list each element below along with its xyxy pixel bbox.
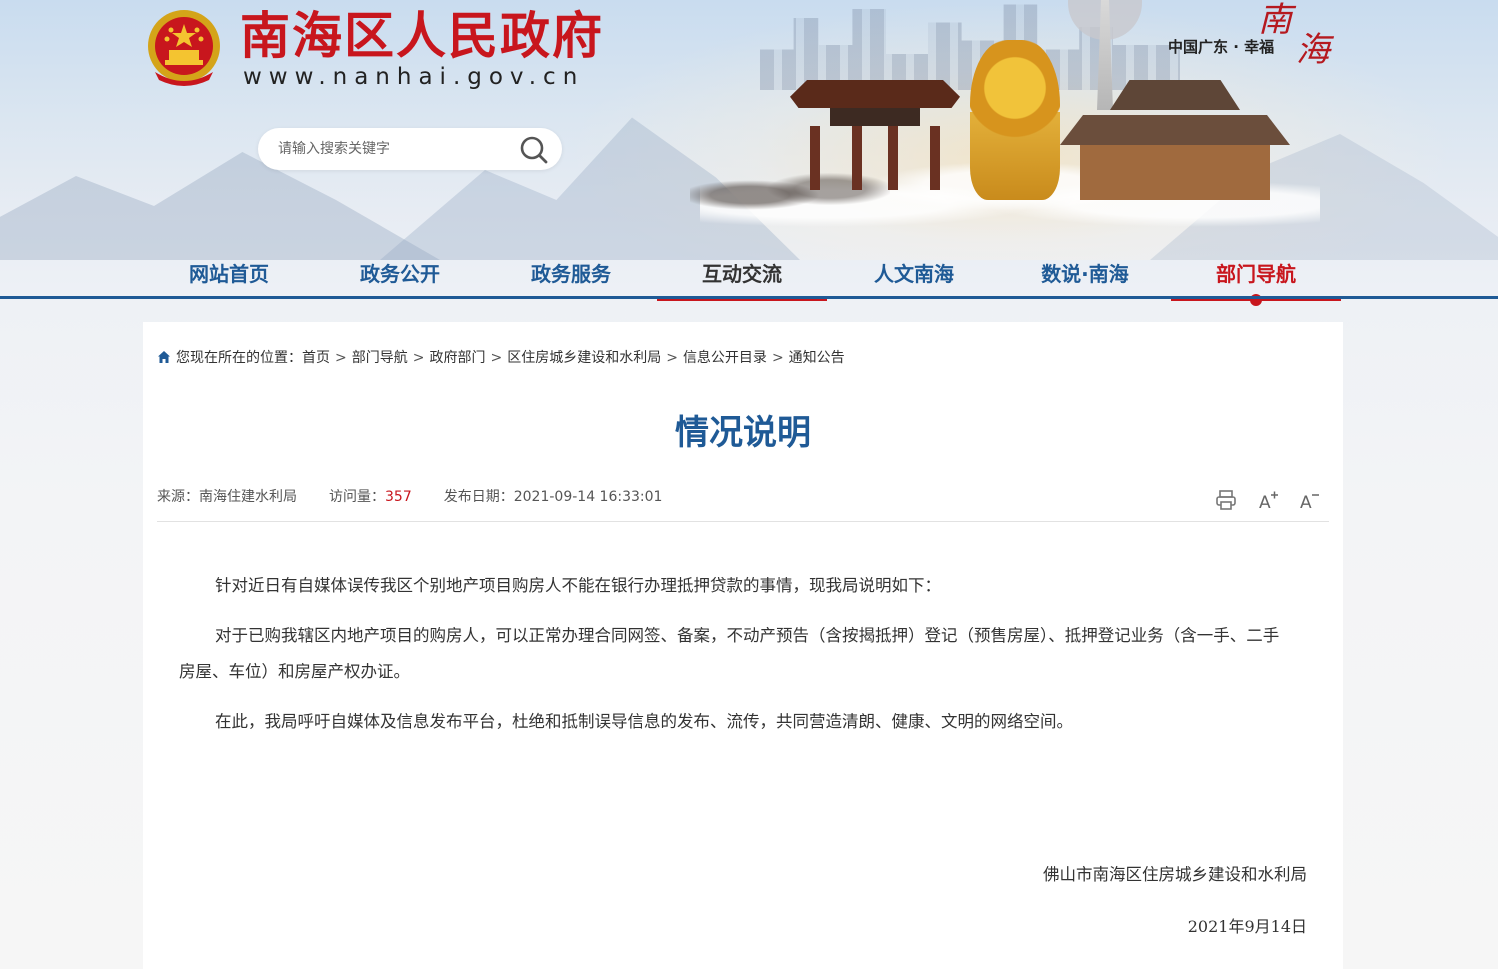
nav-item-government-services[interactable]: 政务服务 <box>486 251 656 297</box>
banner-temple <box>1060 80 1290 200</box>
article-sign-date: 2021年9月14日 <box>1187 917 1307 936</box>
banner-lion-dance <box>970 40 1060 200</box>
nav-item-home[interactable]: 网站首页 <box>144 251 314 297</box>
nav-item-label: 人文南海 <box>874 262 954 286</box>
nav-item-label: 政务服务 <box>531 262 611 286</box>
font-increase-icon[interactable]: A <box>1256 488 1280 512</box>
views-label: 访问量： <box>329 489 385 505</box>
nav-item-government-affairs[interactable]: 政务公开 <box>315 251 485 297</box>
search-icon[interactable] <box>518 135 550 165</box>
site-title[interactable]: 南海区人民政府 <box>240 6 604 66</box>
breadcrumb-separator: > <box>412 350 425 366</box>
article-body: 针对近日有自媒体误传我区个别地产项目购房人不能在银行办理抵押贷款的事情，现我局说… <box>179 568 1295 754</box>
svg-text:A: A <box>1300 493 1312 512</box>
nav-item-label: 政务公开 <box>360 262 440 286</box>
breadcrumb-home[interactable]: 首页 <box>302 350 330 366</box>
article-paragraph: 对于已购我辖区内地产项目的购房人，可以正常办理合同网签、备案，不动产预告（含按揭… <box>179 626 1280 681</box>
search-box <box>258 128 562 170</box>
print-icon[interactable] <box>1214 488 1238 512</box>
breadcrumb: 您现在所在的位置：首页 > 部门导航 > 政府部门 > 区住房城乡建设和水利局 > 信息公开目录… <box>157 346 845 370</box>
seal-char: 南 <box>1258 0 1292 40</box>
nav-item-department-nav[interactable]: 部门导航 <box>1171 251 1341 306</box>
views-count: 357 <box>385 489 412 505</box>
source-value: 南海住建水利局 <box>199 489 297 505</box>
article-paragraph: 在此，我局呼吁自媒体及信息发布平台，杜绝和抵制误导信息的发布、流传，共同营造清朗… <box>215 712 1073 731</box>
breadcrumb-separator: > <box>771 350 784 366</box>
nanhai-calligraphy-seal: 南 海 <box>1250 0 1340 70</box>
breadcrumb-notices[interactable]: 通知公告 <box>789 350 845 366</box>
publish-date-label: 发布日期： <box>443 489 514 505</box>
source-label: 来源： <box>157 489 199 505</box>
main-nav: 网站首页 政务公开 政务服务 互动交流 人文南海 数说·南海 部门导航 <box>0 251 1498 306</box>
breadcrumb-housing-bureau[interactable]: 区住房城乡建设和水利局 <box>507 350 661 366</box>
breadcrumb-government-departments[interactable]: 政府部门 <box>429 350 485 366</box>
nav-item-label: 网站首页 <box>189 262 269 286</box>
breadcrumb-separator: > <box>666 350 678 366</box>
svg-text:A: A <box>1259 493 1271 512</box>
publish-date: 2021-09-14 16:33:01 <box>513 489 663 505</box>
article-meta: 来源：南海住建水利局 访问量：357 发布日期：2021-09-14 16:33:0… <box>157 486 662 508</box>
content-panel: 您现在所在的位置：首页 > 部门导航 > 政府部门 > 区住房城乡建设和水利局 > 信息公开目录… <box>143 322 1343 969</box>
nav-item-label: 互动交流 <box>702 262 782 286</box>
article-paragraph: 针对近日有自媒体误传我区个别地产项目购房人不能在银行办理抵押贷款的事情，现我局说… <box>215 576 941 595</box>
breadcrumb-separator: > <box>490 350 503 366</box>
breadcrumb-prefix: 您现在所在的位置： <box>176 350 302 366</box>
nav-item-data[interactable]: 数说·南海 <box>1000 251 1170 297</box>
nav-item-interaction[interactable]: 互动交流 <box>657 251 827 301</box>
search-input[interactable] <box>278 128 518 170</box>
meta-divider <box>157 521 1329 522</box>
article-title: 情况说明 <box>675 413 811 453</box>
breadcrumb-separator: > <box>335 350 347 366</box>
national-emblem-logo[interactable] <box>145 6 223 88</box>
seal-char: 海 <box>1296 30 1330 70</box>
nav-divider <box>0 296 1498 299</box>
breadcrumb-department-nav[interactable]: 部门导航 <box>352 350 408 366</box>
breadcrumb-info-catalog[interactable]: 信息公开目录 <box>683 350 767 366</box>
home-icon <box>158 351 170 363</box>
banner-memorial-gate <box>790 70 960 190</box>
site-url: www.nanhai.gov.cn <box>243 64 585 90</box>
article-signature: 佛山市南海区住房城乡建设和水利局 <box>1043 865 1307 884</box>
nav-item-label: 数说·南海 <box>1041 262 1129 286</box>
nav-item-culture[interactable]: 人文南海 <box>829 251 999 297</box>
nav-item-label: 部门导航 <box>1216 262 1296 286</box>
font-decrease-icon[interactable]: A <box>1297 488 1321 512</box>
